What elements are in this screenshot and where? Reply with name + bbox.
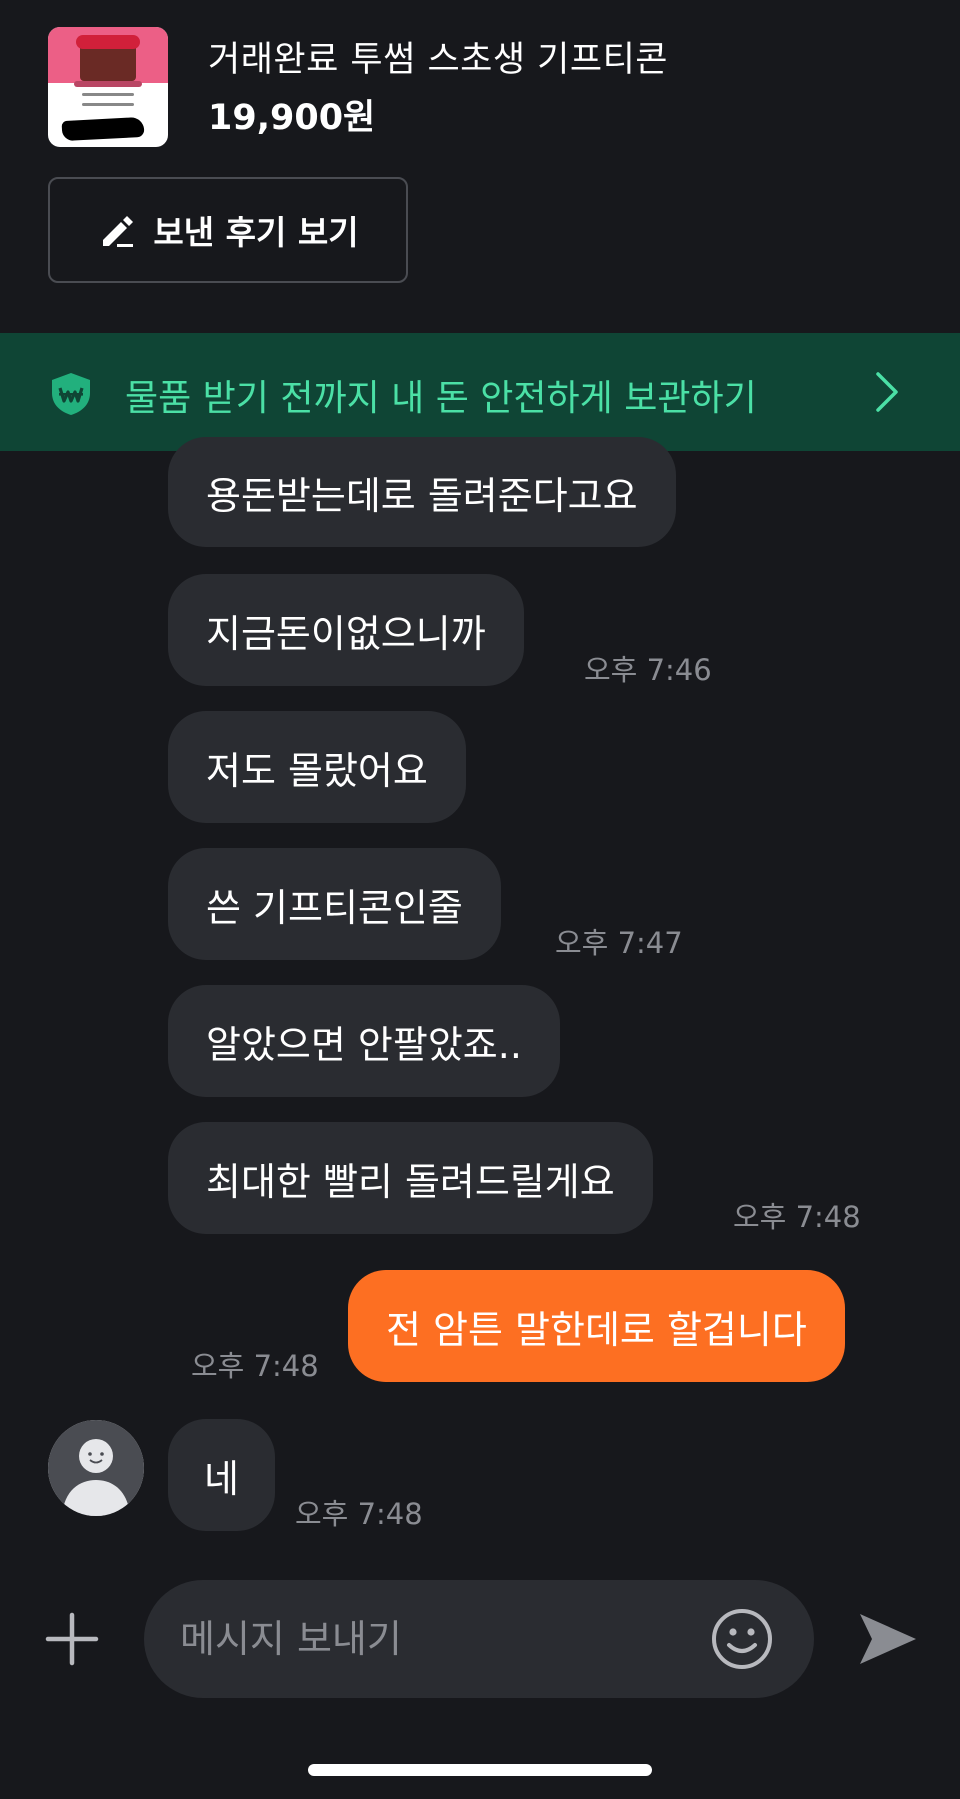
message-text: 알았으면 안팔았죠.. — [206, 1022, 522, 1067]
plus-icon[interactable] — [44, 1611, 100, 1667]
thumbnail-text-line — [82, 103, 134, 106]
avatar[interactable] — [48, 1420, 144, 1516]
message-bubble[interactable]: 저도 몰랐어요 — [168, 711, 466, 823]
message-input-container[interactable] — [144, 1580, 814, 1698]
message-text: 용돈받는데로 돌려준다고요 — [206, 473, 638, 518]
review-button-label: 보낸 후기 보기 — [153, 213, 359, 252]
safe-payment-banner[interactable]: 물품 받기 전까지 내 돈 안전하게 보관하기 — [0, 333, 960, 451]
smiley-icon[interactable] — [710, 1607, 774, 1671]
home-indicator — [308, 1764, 652, 1776]
message-timestamp: 오후 7:47 — [555, 926, 683, 960]
default-profile-icon — [48, 1420, 144, 1516]
message-text: 네 — [204, 1456, 239, 1501]
product-title: 거래완료 투썸 스초생 기프티콘 — [208, 40, 668, 80]
message-timestamp: 오후 7:48 — [191, 1349, 319, 1383]
message-timestamp: 오후 7:48 — [295, 1497, 423, 1531]
message-text: 쓴 기프티콘인줄 — [206, 885, 463, 930]
message-bubble[interactable]: 용돈받는데로 돌려준다고요 — [168, 437, 676, 547]
message-timestamp: 오후 7:48 — [733, 1200, 861, 1234]
message-input[interactable] — [180, 1580, 700, 1698]
product-price: 19,900원 — [208, 98, 376, 138]
send-icon[interactable] — [856, 1610, 920, 1668]
message-bubble[interactable]: 최대한 빨리 돌려드릴게요 — [168, 1122, 653, 1234]
message-text: 저도 몰랐어요 — [206, 748, 428, 793]
message-text: 지금돈이없으니까 — [206, 611, 486, 656]
message-bubble[interactable]: 쓴 기프티콘인줄 — [168, 848, 501, 960]
thumbnail-text-line — [82, 93, 134, 96]
message-text: 전 암튼 말한데로 할겁니다 — [386, 1307, 807, 1352]
safe-payment-text: 물품 받기 전까지 내 돈 안전하게 보관하기 — [125, 378, 757, 419]
product-thumbnail[interactable] — [48, 27, 168, 147]
chevron-right-icon — [876, 372, 898, 412]
redaction-scribble — [61, 116, 145, 142]
message-bubble[interactable]: 알았으면 안팔았죠.. — [168, 985, 560, 1097]
message-bubble[interactable]: 네 — [168, 1419, 275, 1531]
cake-image — [76, 35, 140, 81]
message-text: 최대한 빨리 돌려드릴게요 — [206, 1159, 615, 1204]
pencil-icon — [103, 216, 134, 247]
view-sent-review-button[interactable]: 보낸 후기 보기 — [48, 177, 408, 283]
my-message-bubble[interactable]: 전 암튼 말한데로 할겁니다 — [348, 1270, 845, 1382]
cake-stand — [74, 81, 142, 87]
product-header[interactable]: 거래완료 투썸 스초생 기프티콘 19,900원 — [48, 27, 908, 147]
message-timestamp: 오후 7:46 — [584, 653, 712, 687]
message-bubble[interactable]: 지금돈이없으니까 — [168, 574, 524, 686]
won-shield-icon — [52, 373, 90, 415]
